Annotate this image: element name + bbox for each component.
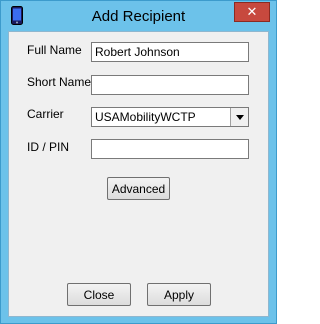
- full-name-label: Full Name: [27, 43, 82, 57]
- dialog-body: Full Name Robert Johnson Short Name Carr…: [8, 31, 269, 317]
- carrier-select[interactable]: USAMobilityWCTP: [91, 107, 249, 127]
- add-recipient-window: Add Recipient ✕ Full Name Robert Johnson…: [0, 0, 277, 324]
- close-button[interactable]: Close: [67, 283, 131, 306]
- apply-button[interactable]: Apply: [147, 283, 211, 306]
- full-name-input[interactable]: Robert Johnson: [91, 42, 249, 62]
- close-window-button[interactable]: ✕: [234, 2, 270, 22]
- full-name-value: Robert Johnson: [95, 45, 180, 59]
- chevron-down-icon: [235, 114, 244, 120]
- id-pin-label: ID / PIN: [27, 140, 70, 154]
- title-bar[interactable]: Add Recipient ✕: [1, 1, 276, 31]
- carrier-dropdown-button[interactable]: [230, 108, 248, 126]
- short-name-input[interactable]: [91, 75, 249, 95]
- advanced-button[interactable]: Advanced: [107, 177, 170, 200]
- carrier-label: Carrier: [27, 107, 64, 121]
- short-name-label: Short Name: [27, 75, 92, 89]
- carrier-selected-value: USAMobilityWCTP: [95, 110, 196, 124]
- close-icon: ✕: [246, 4, 258, 19]
- id-pin-input[interactable]: [91, 139, 249, 159]
